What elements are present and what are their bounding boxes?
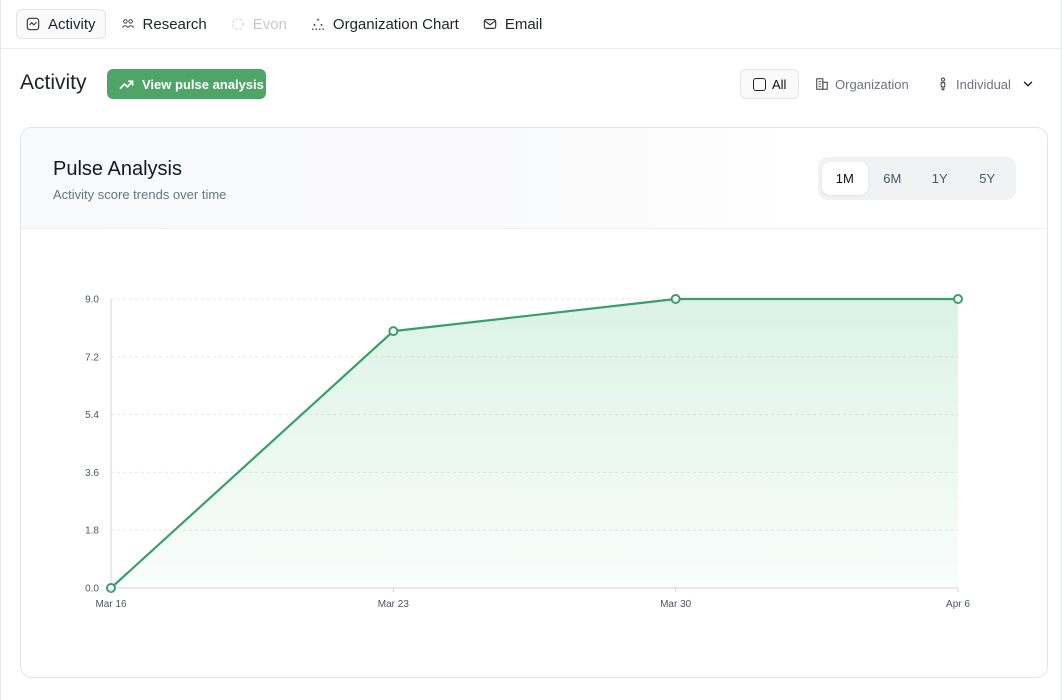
data-point [953,294,963,304]
activity-icon [26,17,40,31]
data-point [670,294,681,304]
checkbox-icon [753,77,766,91]
tab-email[interactable]: Email [474,9,552,39]
filter-all-toggle[interactable]: All [740,69,799,99]
card-subtitle: Activity score trends over time [53,187,227,202]
users-icon [121,19,134,28]
y-tick-label: 0.0 [85,584,99,595]
chevron-down-icon [1023,81,1033,87]
filter-organization-label: Organization [835,76,909,92]
y-tick-label: 3.6 [85,468,99,479]
data-point [388,326,399,337]
pulse-button-label: View pulse analysis [142,76,264,92]
card-title: Pulse Analysis [53,158,182,180]
evon-icon [231,18,244,30]
tab-label: Evon [252,15,287,33]
filter-all-label: All [772,76,787,92]
tab-label: Research [142,15,207,33]
range-6m-button[interactable]: 6M [870,162,916,195]
trending-up-icon [119,79,134,89]
page-title: Activity [20,71,87,94]
y-tick-label: 9.0 [85,295,99,306]
tab-evon[interactable]: Evon [222,9,296,39]
tab-label: Activity [48,15,96,33]
tab-label: Organization Chart [332,15,459,33]
x-tick-label: Apr 6 [946,599,970,610]
tab-label: Email [504,15,543,33]
pulse-chart-svg: 0.0 1.8 3.6 5.4 7.2 9.0 Mar 16 Mar 23 Mar 30 Apr… [85,294,970,610]
pulse-analysis-card: Pulse Analysis Activity score trends ove… [20,127,1048,678]
tab-research[interactable]: Research [112,9,216,39]
view-pulse-analysis-button[interactable]: View pulse analysis [107,69,266,99]
card-header: Pulse Analysis Activity score trends ove… [21,128,1047,229]
person-icon [940,77,946,91]
y-tick-label: 7.2 [85,352,99,363]
building-icon [816,78,828,90]
app-frame: Activity Research Evon Organization Char… [0,0,1062,700]
x-tick-label: Mar 16 [95,599,127,610]
tab-organization-chart[interactable]: Organization Chart [302,9,468,39]
filter-individual-dropdown[interactable]: Individual [936,69,1035,99]
x-tick-label: Mar 23 [378,599,410,610]
series-area [111,299,958,588]
range-5y-button[interactable]: 5Y [965,162,1011,195]
y-tick-label: 5.4 [85,410,99,421]
filter-individual-label: Individual [956,76,1011,92]
filter-organization[interactable]: Organization [815,69,909,99]
range-1m-button[interactable]: 1M [822,162,868,195]
tab-activity[interactable]: Activity [16,9,106,39]
mail-icon [483,19,497,29]
pulse-chart: 0.0 1.8 3.6 5.4 7.2 9.0 Mar 16 Mar 23 Mar 30 Apr… [21,229,1047,677]
org-chart-icon [311,18,325,31]
range-1y-button[interactable]: 1Y [917,162,963,195]
y-tick-label: 1.8 [85,526,99,537]
top-tab-bar: Activity Research Evon Organization Char… [1,0,1062,49]
time-range-selector: 1M 6M 1Y 5Y [818,157,1016,200]
x-tick-label: Mar 30 [660,599,692,610]
